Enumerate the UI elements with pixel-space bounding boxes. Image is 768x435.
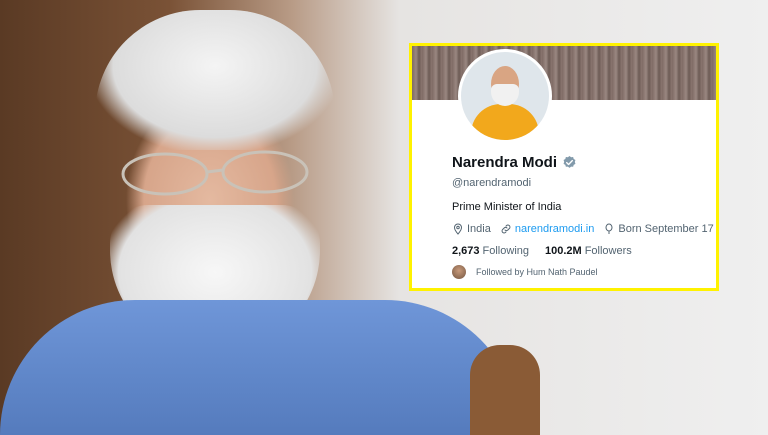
birthday-text: Born September 17	[618, 223, 714, 235]
link-icon	[501, 224, 511, 234]
follower-avatar	[452, 265, 466, 279]
avatar-kurta	[471, 104, 539, 140]
name-row: Narendra Modi	[452, 154, 577, 171]
followed-by-row[interactable]: Followed by Hum Nath Paudel	[452, 265, 598, 279]
profile-handle: @narendramodi	[452, 177, 532, 189]
verified-badge-icon[interactable]	[562, 155, 577, 170]
meta-website: narendramodi.in	[500, 223, 595, 235]
photo-vest	[0, 300, 520, 435]
profile-avatar[interactable]	[458, 49, 552, 143]
follow-stats: 2,673 Following 100.2M Followers	[452, 245, 632, 257]
following-stat[interactable]: 2,673 Following	[452, 245, 529, 257]
profile-card: Narendra Modi @narendramodi Prime Minist…	[409, 43, 719, 291]
following-count: 2,673	[452, 245, 480, 257]
followers-label: Followers	[584, 245, 632, 257]
followed-by-text: Followed by Hum Nath Paudel	[476, 267, 598, 277]
avatar-beard	[491, 84, 519, 106]
balloon-icon	[605, 223, 613, 234]
photo-glasses	[121, 150, 309, 196]
profile-bio: Prime Minister of India	[452, 201, 562, 213]
location-pin-icon	[453, 223, 463, 235]
profile-name: Narendra Modi	[452, 154, 558, 171]
website-link[interactable]: narendramodi.in	[515, 223, 595, 235]
meta-location: India	[452, 223, 491, 235]
followers-stat[interactable]: 100.2M Followers	[545, 245, 632, 257]
profile-meta: India narendramodi.in Born September 17	[452, 223, 716, 235]
meta-birthday: Born September 17	[603, 223, 714, 235]
followers-count: 100.2M	[545, 245, 582, 257]
photo-chair	[470, 345, 540, 435]
location-text: India	[467, 223, 491, 235]
following-label: Following	[482, 245, 529, 257]
